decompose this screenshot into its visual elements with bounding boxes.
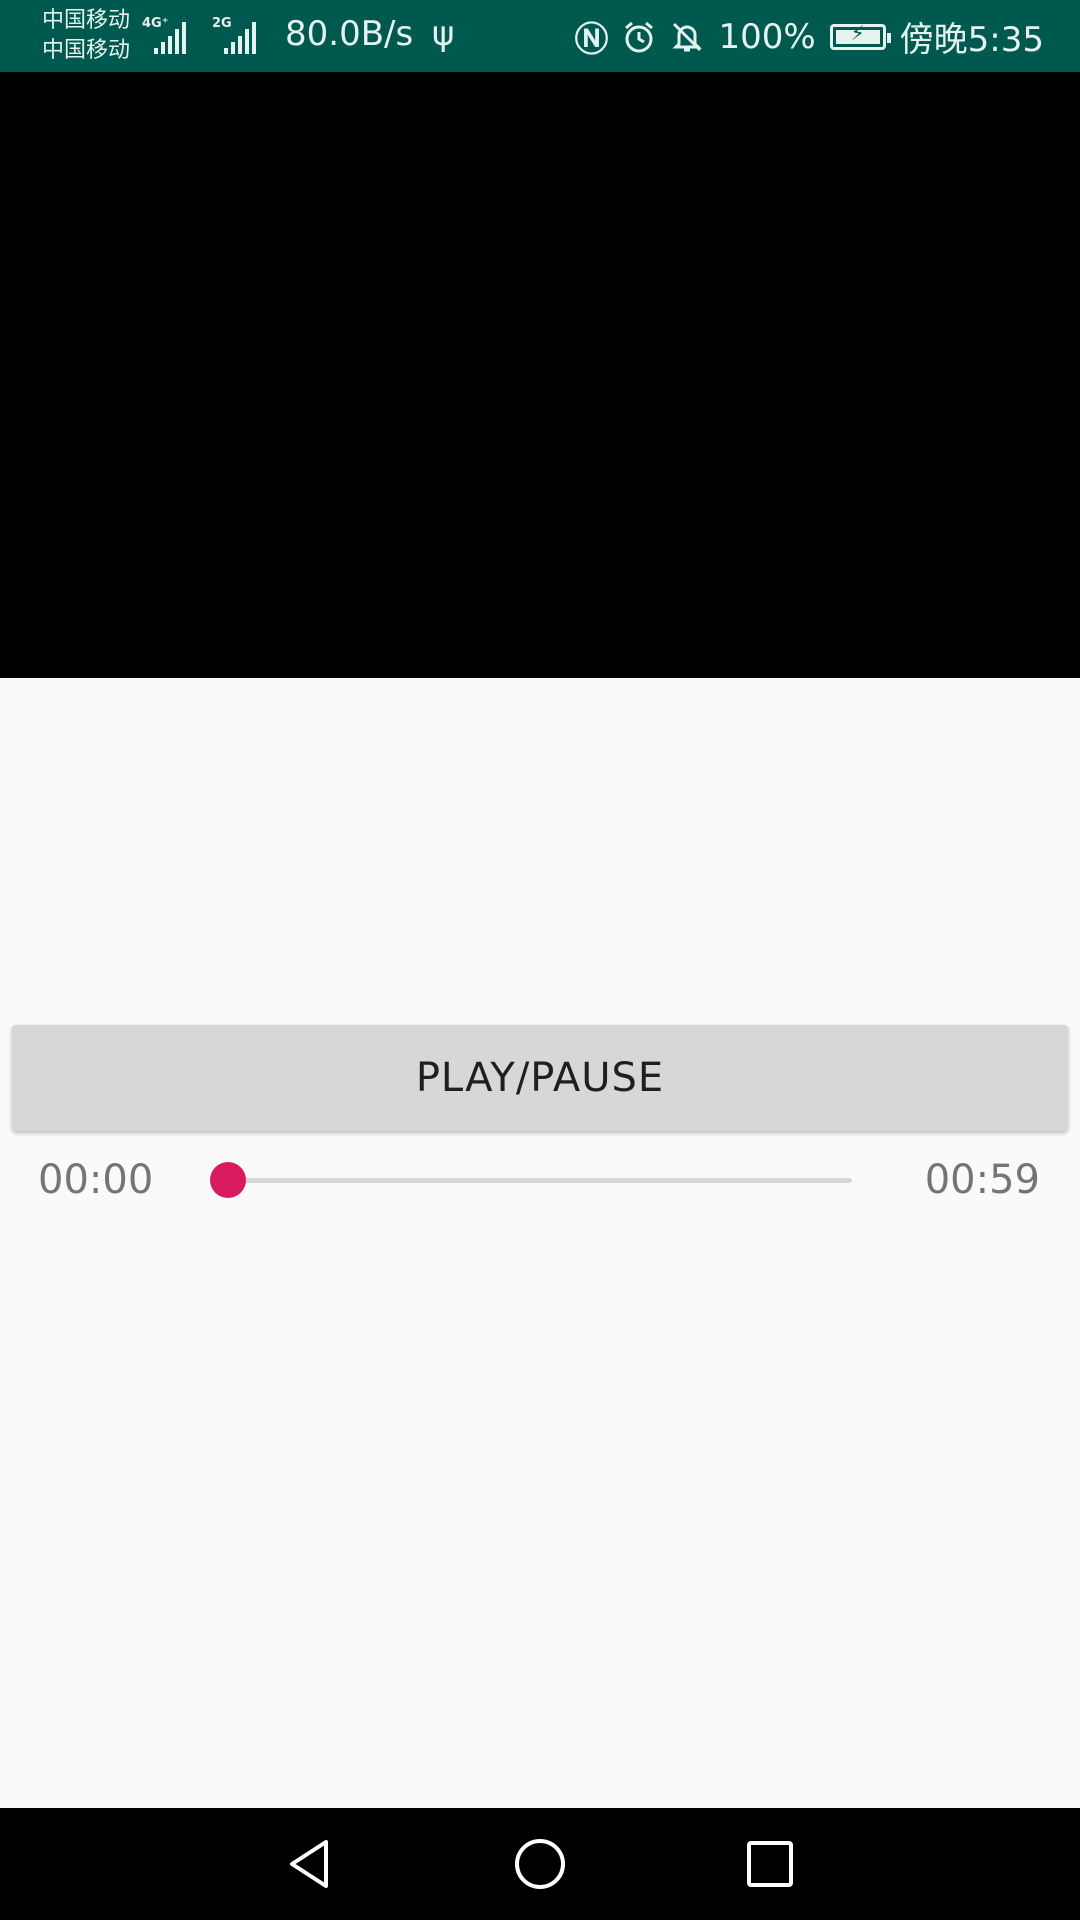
seek-track [228, 1178, 852, 1183]
carrier-info: 中国移动 中国移动 [42, 6, 130, 66]
total-time: 00:59 [924, 1157, 1040, 1203]
home-button[interactable] [500, 1830, 580, 1898]
status-bar: 中国移动 中国移动 4G⁺ 2G 80.0B/s ψ Ⓝ 100% ⚡ 傍晚5:… [0, 0, 1080, 72]
video-surface[interactable] [0, 72, 1080, 678]
alarm-icon [625, 21, 654, 52]
status-right: Ⓝ 100% ⚡ 傍晚5:35 [574, 12, 1044, 61]
play-pause-button[interactable]: PLAY/PAUSE [12, 1025, 1068, 1131]
carrier-1: 中国移动 [42, 8, 131, 33]
bell-off-icon [672, 22, 703, 51]
recents-button[interactable] [730, 1830, 810, 1898]
home-icon [515, 1839, 565, 1889]
clock: 傍晚5:35 [899, 20, 1044, 60]
recents-icon [747, 1841, 793, 1887]
back-icon [290, 1840, 328, 1888]
usb-icon: ψ [432, 14, 455, 54]
back-button[interactable] [270, 1830, 350, 1898]
seek-thumb[interactable] [210, 1162, 246, 1198]
navigation-bar [0, 1808, 1080, 1920]
seek-bar[interactable] [210, 1160, 852, 1200]
nfc-icon: Ⓝ [574, 20, 609, 60]
battery-charging-icon: ⚡ [829, 21, 891, 50]
current-time: 00:00 [38, 1157, 154, 1203]
net-speed: 80.0B/s [285, 14, 414, 54]
carrier-2: 中国移动 [42, 38, 131, 63]
battery-percent: 100% [718, 16, 816, 57]
